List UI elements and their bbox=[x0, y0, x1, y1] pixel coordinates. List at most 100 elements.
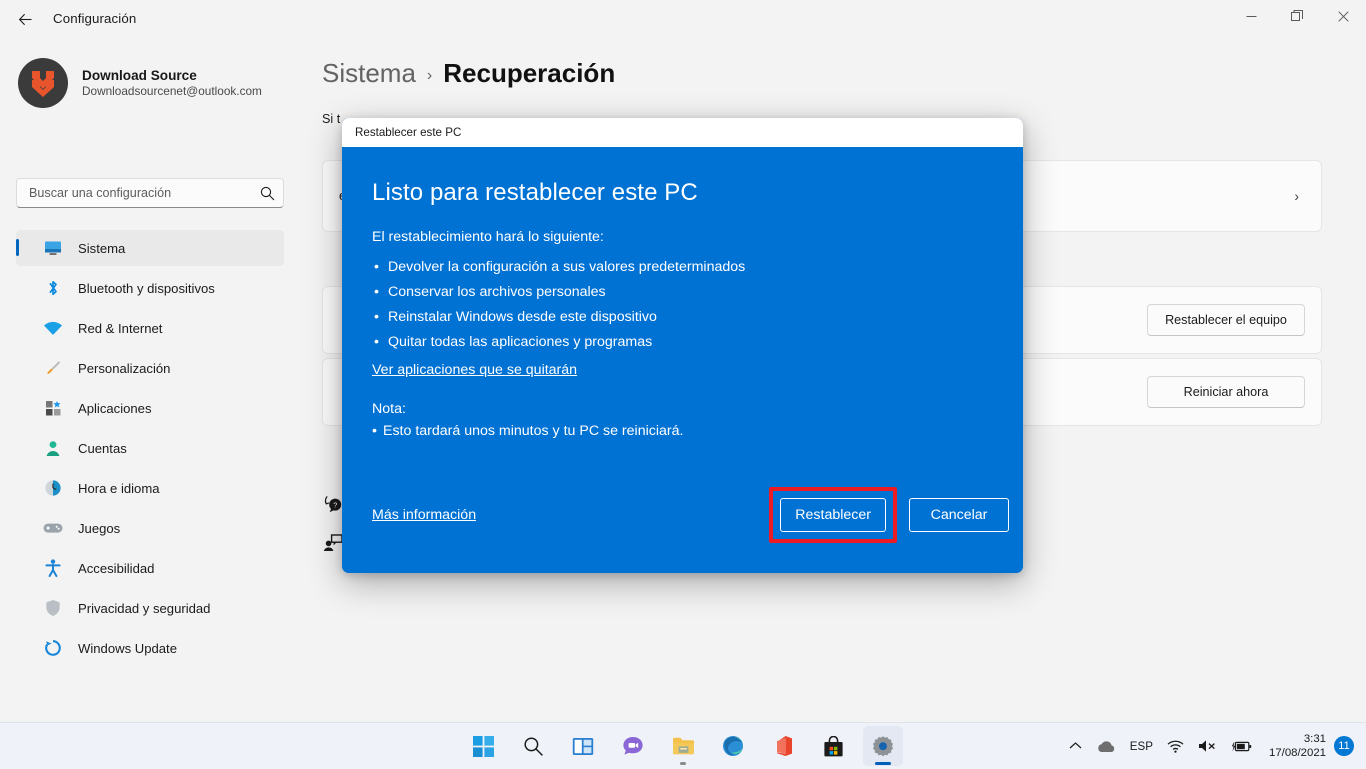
breadcrumb-separator-icon: › bbox=[426, 67, 433, 84]
give-feedback-icon[interactable] bbox=[322, 532, 344, 554]
sidebar-item-label: Red & Internet bbox=[78, 320, 163, 336]
taskbar-search-button[interactable] bbox=[513, 726, 553, 766]
shield-icon bbox=[42, 598, 64, 618]
page-title: Recuperación bbox=[443, 58, 616, 88]
account-email: Downloadsourcenet@outlook.com bbox=[82, 84, 262, 98]
dialog-actions: Restablecer Cancelar bbox=[769, 487, 1009, 543]
cancel-button[interactable]: Cancelar bbox=[909, 498, 1009, 532]
taskbar-settings-button[interactable] bbox=[863, 726, 903, 766]
minimize-button[interactable] bbox=[1228, 0, 1274, 32]
taskbar-store-button[interactable] bbox=[813, 726, 853, 766]
dialog-lead-text: El restablecimiento hará lo siguiente: bbox=[372, 229, 604, 245]
tray-clock[interactable]: 3:31 17/08/2021 bbox=[1259, 732, 1334, 760]
taskbar-start-button[interactable] bbox=[463, 726, 503, 766]
breadcrumb: Sistema › Recuperación bbox=[322, 58, 615, 89]
sidebar-item-label: Bluetooth y dispositivos bbox=[78, 280, 215, 296]
sidebar-nav: Sistema Bluetooth y dispositivos Red & I… bbox=[16, 230, 284, 670]
tray-overflow-button[interactable] bbox=[1062, 729, 1089, 763]
sidebar-item-aplicaciones[interactable]: Aplicaciones bbox=[16, 390, 284, 426]
sidebar-item-personalizacion[interactable]: Personalización bbox=[16, 350, 284, 386]
maximize-button[interactable] bbox=[1274, 0, 1320, 32]
tray-volume-button[interactable] bbox=[1191, 729, 1224, 763]
sidebar-item-hora-idioma[interactable]: Hora e idioma bbox=[16, 470, 284, 506]
sidebar-item-label: Sistema bbox=[78, 240, 126, 256]
dialog-body: Listo para restablecer este PC El restab… bbox=[342, 147, 1023, 573]
sidebar-item-bluetooth[interactable]: Bluetooth y dispositivos bbox=[16, 270, 284, 306]
sidebar-item-label: Hora e idioma bbox=[78, 480, 160, 496]
sidebar: Download Source Downloadsourcenet@outloo… bbox=[0, 36, 300, 722]
tray-battery-button[interactable] bbox=[1224, 729, 1259, 763]
sidebar-item-juegos[interactable]: Juegos bbox=[16, 510, 284, 546]
dialog-footer: Más información Restablecer Cancelar bbox=[372, 487, 1009, 543]
store-icon bbox=[823, 735, 843, 756]
monitor-icon bbox=[42, 238, 64, 258]
gamepad-icon bbox=[42, 518, 64, 538]
restore-icon bbox=[1291, 10, 1303, 21]
breadcrumb-parent[interactable]: Sistema bbox=[322, 58, 416, 89]
avatar bbox=[18, 58, 68, 108]
taskbar-task-view-button[interactable] bbox=[563, 726, 603, 766]
clock-icon bbox=[42, 478, 64, 498]
account-name: Download Source bbox=[82, 68, 197, 83]
close-button[interactable] bbox=[1320, 0, 1366, 32]
list-item: Devolver la configuración a sus valores … bbox=[372, 255, 993, 280]
dialog-note-title: Nota: bbox=[372, 401, 406, 417]
sidebar-item-sistema[interactable]: Sistema bbox=[16, 230, 284, 266]
chat-icon bbox=[623, 737, 643, 755]
sidebar-item-accesibilidad[interactable]: Accesibilidad bbox=[16, 550, 284, 586]
tray-onedrive-button[interactable] bbox=[1089, 729, 1123, 763]
reset-this-pc-dialog: Restablecer este PC Listo para restablec… bbox=[342, 118, 1023, 573]
dialog-note-item: Esto tardará unos minutos y tu PC se rei… bbox=[372, 423, 993, 439]
reset-button[interactable]: Restablecer bbox=[780, 498, 886, 532]
taskbar: ESP 3:31 17/08/2021 11 bbox=[0, 722, 1366, 768]
more-info-link[interactable]: Más información bbox=[372, 507, 476, 523]
notification-badge[interactable]: 11 bbox=[1334, 736, 1354, 756]
search-icon bbox=[523, 736, 543, 756]
wifi-icon bbox=[1167, 740, 1184, 753]
chevron-right-icon: › bbox=[1294, 188, 1299, 204]
taskbar-office-button[interactable] bbox=[763, 726, 803, 766]
edge-icon bbox=[723, 736, 743, 756]
back-button[interactable] bbox=[10, 6, 40, 32]
sidebar-item-privacidad[interactable]: Privacidad y seguridad bbox=[16, 590, 284, 626]
sidebar-item-cuentas[interactable]: Cuentas bbox=[16, 430, 284, 466]
sidebar-item-label: Accesibilidad bbox=[78, 560, 155, 576]
taskbar-chat-button[interactable] bbox=[613, 726, 653, 766]
tray-date: 17/08/2021 bbox=[1268, 747, 1326, 759]
account-block[interactable]: Download Source Downloadsourcenet@outloo… bbox=[18, 58, 262, 108]
sidebar-item-label: Cuentas bbox=[78, 440, 127, 456]
view-apps-to-be-removed-link[interactable]: Ver aplicaciones que se quitarán bbox=[372, 362, 577, 378]
dialog-heading: Listo para restablecer este PC bbox=[372, 179, 698, 206]
dialog-title: Restablecer este PC bbox=[355, 126, 462, 139]
sidebar-item-windows-update[interactable]: Windows Update bbox=[16, 630, 284, 666]
office-icon bbox=[774, 736, 792, 756]
tray-network-button[interactable] bbox=[1160, 729, 1191, 763]
dialog-titlebar: Restablecer este PC bbox=[342, 118, 1023, 147]
taskbar-center-group bbox=[463, 723, 903, 769]
sidebar-item-label: Juegos bbox=[78, 520, 121, 536]
get-help-icon[interactable]: ? bbox=[322, 492, 344, 514]
paintbrush-icon bbox=[42, 358, 64, 378]
system-tray: ESP 3:31 17/08/2021 11 bbox=[1062, 723, 1358, 769]
taskbar-file-explorer-button[interactable] bbox=[663, 726, 703, 766]
taskbar-edge-button[interactable] bbox=[713, 726, 753, 766]
dialog-bullet-list: Devolver la configuración a sus valores … bbox=[372, 255, 993, 355]
settings-icon bbox=[873, 736, 893, 757]
list-item: Conservar los archivos personales bbox=[372, 280, 993, 305]
tray-language-indicator[interactable]: ESP bbox=[1123, 729, 1160, 763]
search-input[interactable] bbox=[29, 186, 260, 200]
chevron-up-icon bbox=[1069, 742, 1082, 749]
app-title: Configuración bbox=[53, 11, 137, 26]
reset-pc-button[interactable]: Restablecer el equipo bbox=[1147, 304, 1305, 336]
accessibility-icon bbox=[42, 558, 64, 578]
sidebar-item-label: Windows Update bbox=[78, 640, 177, 656]
restart-now-button[interactable]: Reiniciar ahora bbox=[1147, 376, 1305, 408]
bluetooth-icon bbox=[42, 278, 64, 298]
search-box[interactable] bbox=[16, 178, 284, 208]
sidebar-item-label: Aplicaciones bbox=[78, 400, 152, 416]
sidebar-item-red-internet[interactable]: Red & Internet bbox=[16, 310, 284, 346]
minimize-icon bbox=[1246, 15, 1256, 17]
battery-charging-icon bbox=[1231, 740, 1252, 751]
arrow-left-icon bbox=[18, 13, 31, 25]
list-item: Reinstalar Windows desde este dispositiv… bbox=[372, 305, 993, 330]
